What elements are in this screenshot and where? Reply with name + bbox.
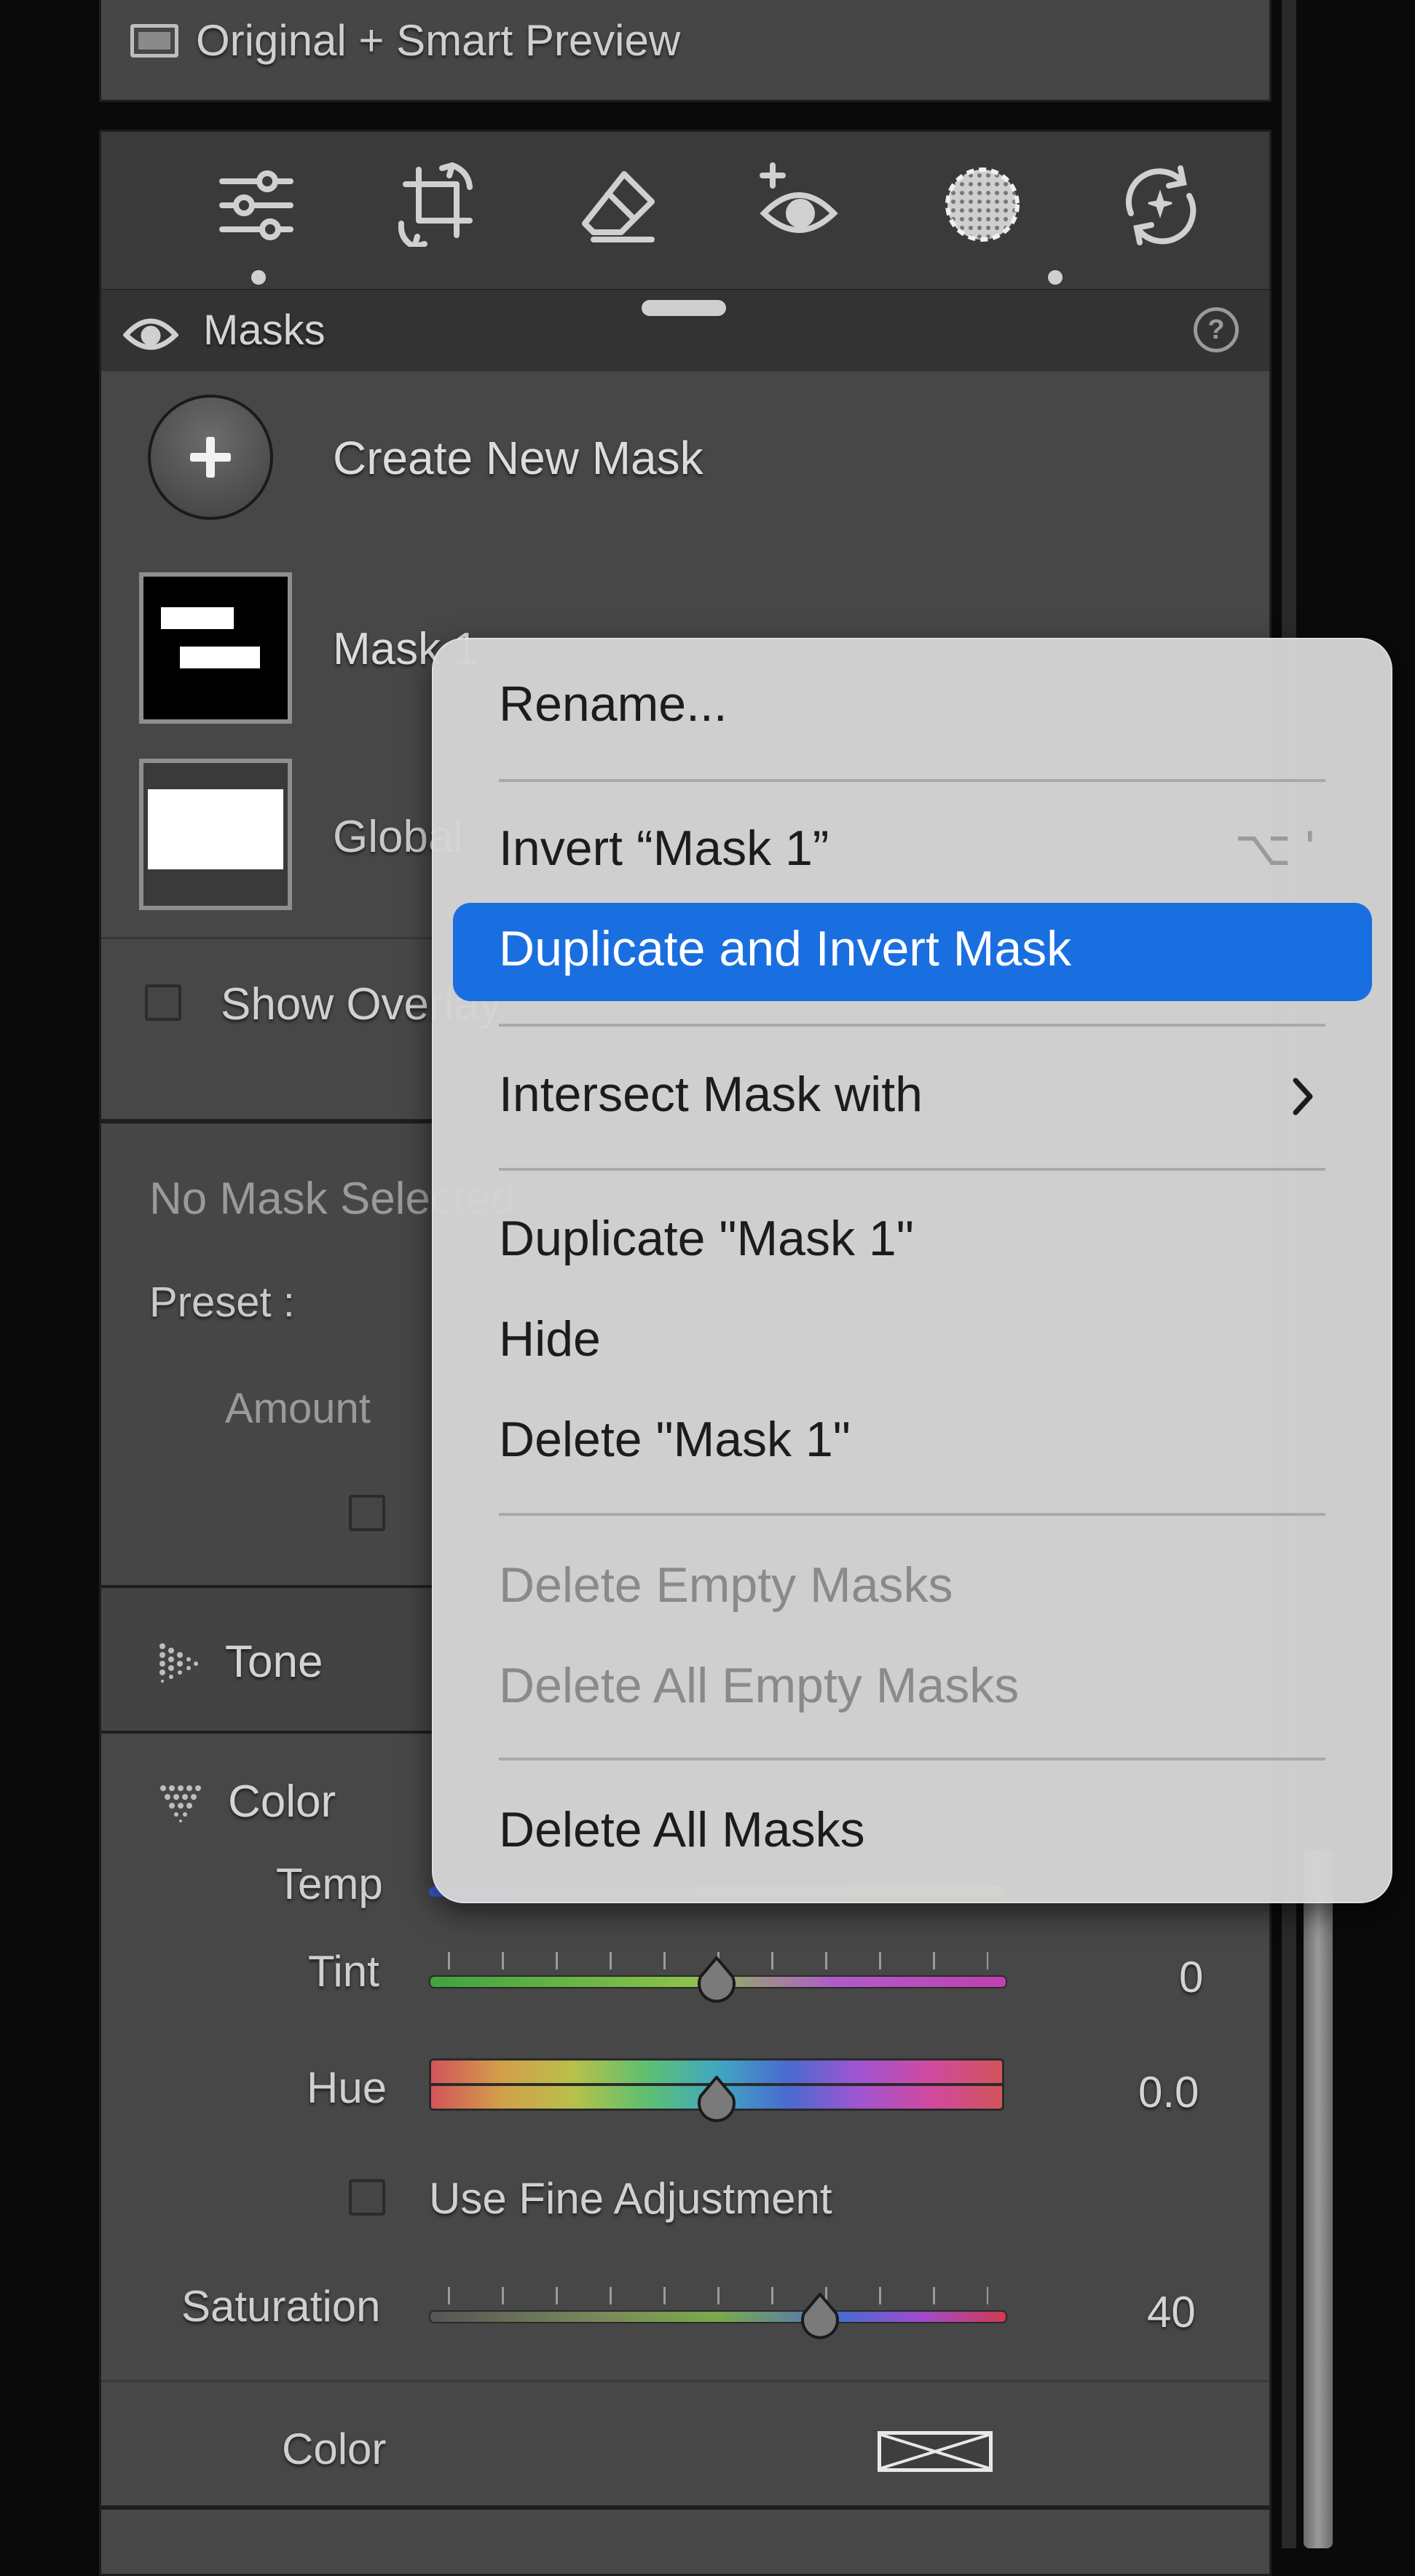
menu-hide[interactable]: Hide — [499, 1311, 601, 1367]
preview-monitor-icon — [130, 24, 178, 58]
eraser-icon[interactable] — [579, 165, 659, 245]
menu-separator — [499, 779, 1325, 782]
hue-value[interactable]: 0.0 — [1138, 2067, 1199, 2117]
context-menu: Rename... Invert “Mask 1” ⌥ ' Duplicate … — [432, 638, 1392, 1903]
menu-delete[interactable]: Delete "Mask 1" — [499, 1411, 851, 1468]
global-mask-thumbnail[interactable] — [139, 759, 292, 910]
scrollbar[interactable] — [1304, 1849, 1333, 2548]
fine-adjustment-label[interactable]: Use Fine Adjustment — [429, 2173, 832, 2224]
chevron-right-icon — [1290, 1076, 1316, 1117]
preview-mode-label: Original + Smart Preview — [196, 16, 681, 65]
hue-label: Hue — [307, 2063, 387, 2112]
menu-delete-all-empty: Delete All Empty Masks — [499, 1658, 1020, 1713]
color-divider — [101, 2380, 1269, 2382]
crop-icon[interactable] — [398, 162, 478, 247]
fine-adjustment-checkbox[interactable] — [349, 2179, 385, 2216]
menu-invert[interactable]: Invert “Mask 1” — [499, 820, 829, 877]
hue-slider-thumb[interactable] — [696, 2074, 737, 2122]
temp-label: Temp — [276, 1860, 383, 1908]
saturation-value[interactable]: 40 — [1147, 2287, 1196, 2337]
masks-title: Masks — [203, 307, 326, 354]
triangle-right-icon — [158, 1642, 199, 1683]
color-swatch-none[interactable] — [878, 2431, 993, 2472]
masks-header[interactable]: Masks ? — [99, 290, 1272, 374]
settings-checkbox[interactable] — [349, 1495, 385, 1531]
tone-title: Tone — [225, 1637, 323, 1687]
help-icon[interactable]: ? — [1194, 307, 1239, 352]
create-mask-label[interactable]: Create New Mask — [333, 431, 703, 485]
color-title: Color — [228, 1777, 336, 1827]
saturation-label: Saturation — [181, 2282, 381, 2331]
create-mask-button[interactable] — [148, 395, 273, 520]
tint-value[interactable]: 0 — [1179, 1952, 1203, 2002]
tool-strip — [99, 130, 1272, 291]
saturation-ticks — [448, 2287, 988, 2304]
preview-mode-bar[interactable]: Original + Smart Preview — [99, 0, 1272, 102]
saturation-slider-track[interactable] — [429, 2310, 1007, 2323]
menu-invert-shortcut: ⌥ ' — [1234, 821, 1315, 876]
tool-active-dot-mask — [1048, 270, 1063, 285]
mask-1-thumbnail[interactable] — [139, 572, 292, 724]
menu-delete-empty: Delete Empty Masks — [499, 1557, 953, 1613]
mask-circle-icon[interactable] — [940, 162, 1025, 247]
menu-separator — [499, 1168, 1325, 1171]
amount-label: Amount — [225, 1385, 371, 1432]
show-overlay-checkbox[interactable] — [145, 984, 181, 1021]
menu-separator — [499, 1758, 1325, 1761]
bottom-divider — [101, 2505, 1269, 2510]
menu-duplicate[interactable]: Duplicate "Mask 1" — [499, 1210, 914, 1267]
saturation-slider-thumb[interactable] — [800, 2291, 840, 2339]
tint-slider-thumb[interactable] — [696, 1955, 737, 2003]
menu-delete-all[interactable]: Delete All Masks — [499, 1801, 865, 1858]
menu-rename[interactable]: Rename... — [499, 676, 728, 732]
tool-active-dot-edit — [251, 270, 266, 285]
tint-label: Tint — [308, 1947, 379, 1996]
menu-separator — [499, 1513, 1325, 1516]
drag-handle[interactable] — [642, 300, 726, 316]
preset-label: Preset : — [149, 1279, 295, 1326]
triangle-down-icon[interactable] — [159, 1785, 203, 1822]
color-swatch-label: Color — [282, 2425, 387, 2473]
menu-separator — [499, 1024, 1325, 1027]
menu-duplicate-invert[interactable]: Duplicate and Invert Mask — [499, 920, 1071, 977]
menu-intersect[interactable]: Intersect Mask with — [499, 1066, 923, 1123]
red-eye-icon[interactable] — [757, 161, 841, 245]
versions-icon[interactable] — [1118, 162, 1202, 247]
sliders-icon[interactable] — [216, 165, 296, 245]
eye-icon[interactable] — [123, 312, 178, 355]
